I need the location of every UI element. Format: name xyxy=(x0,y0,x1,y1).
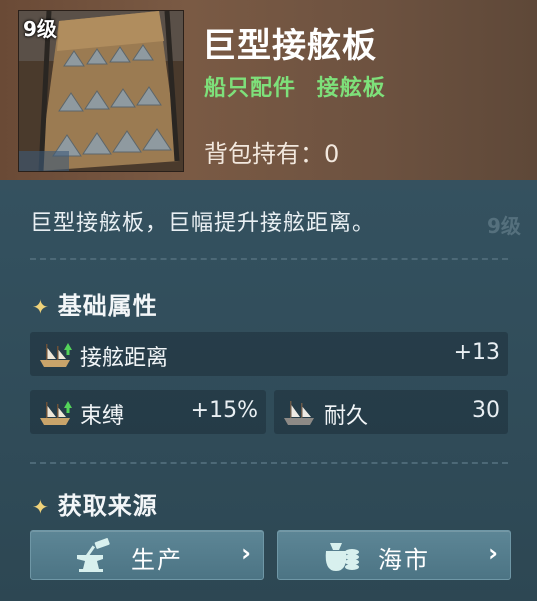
source-button-label: 生产 xyxy=(131,546,183,574)
item-title: 巨型接舷板 xyxy=(202,26,377,66)
inventory-count-label: 背包持有： xyxy=(204,140,324,168)
section-title-text: 基础属性 xyxy=(57,292,158,320)
attribute-row-durability: 耐久 30 xyxy=(274,390,508,434)
source-button-sea-market[interactable]: 海市 › xyxy=(277,530,511,580)
item-tags: 船只配件 接舷板 xyxy=(204,70,398,102)
attribute-label: 束缚 xyxy=(80,404,125,429)
attribute-label: 耐久 xyxy=(324,404,369,429)
sparkle-icon: ✦ xyxy=(32,295,50,319)
attribute-label: 接舷距离 xyxy=(80,346,169,371)
section-title-text: 获取来源 xyxy=(57,492,158,520)
source-button-label: 海市 xyxy=(378,546,430,574)
item-level-badge: 9级 xyxy=(23,17,57,41)
coins-bag-icon xyxy=(325,543,359,571)
section-title-base-attributes: ✦ 基础属性 xyxy=(32,286,158,321)
divider xyxy=(30,462,508,464)
inventory-count: 背包持有：0 xyxy=(204,134,339,169)
chevron-right-icon: › xyxy=(241,539,251,567)
item-tag-type: 接舷板 xyxy=(316,76,386,101)
item-description: 巨型接舷板，巨幅提升接舷距离。 xyxy=(30,211,376,236)
item-header: 9级 巨型接舷板 船只配件 接舷板 背包持有：0 xyxy=(0,0,537,180)
attribute-value: +13 xyxy=(453,340,500,365)
attribute-row-binding: 束缚 +15% xyxy=(30,390,266,434)
inventory-count-value: 0 xyxy=(324,140,340,168)
ship-upgrade-icon xyxy=(40,401,72,425)
ship-upgrade-icon xyxy=(40,343,72,367)
sparkle-icon: ✦ xyxy=(32,495,50,519)
divider xyxy=(30,258,508,260)
source-button-production[interactable]: 生产 › xyxy=(30,530,264,580)
attribute-value: 30 xyxy=(472,398,500,423)
item-tag-category: 船只配件 xyxy=(204,76,297,101)
item-tooltip-card: 9级 巨型接舷板 船只配件 接舷板 背包持有：0 巨型接舷板，巨幅提升接舷距离。… xyxy=(0,0,537,601)
item-thumbnail: 9级 xyxy=(18,10,184,172)
attribute-value: +15% xyxy=(190,398,258,423)
anvil-hammer-icon xyxy=(77,538,110,572)
background-level-text: 9级 xyxy=(487,214,521,238)
attribute-row-boarding-distance: 接舷距离 +13 xyxy=(30,332,508,376)
ship-icon xyxy=(284,401,314,425)
chevron-right-icon: › xyxy=(488,539,498,567)
section-title-sources: ✦ 获取来源 xyxy=(32,486,158,521)
